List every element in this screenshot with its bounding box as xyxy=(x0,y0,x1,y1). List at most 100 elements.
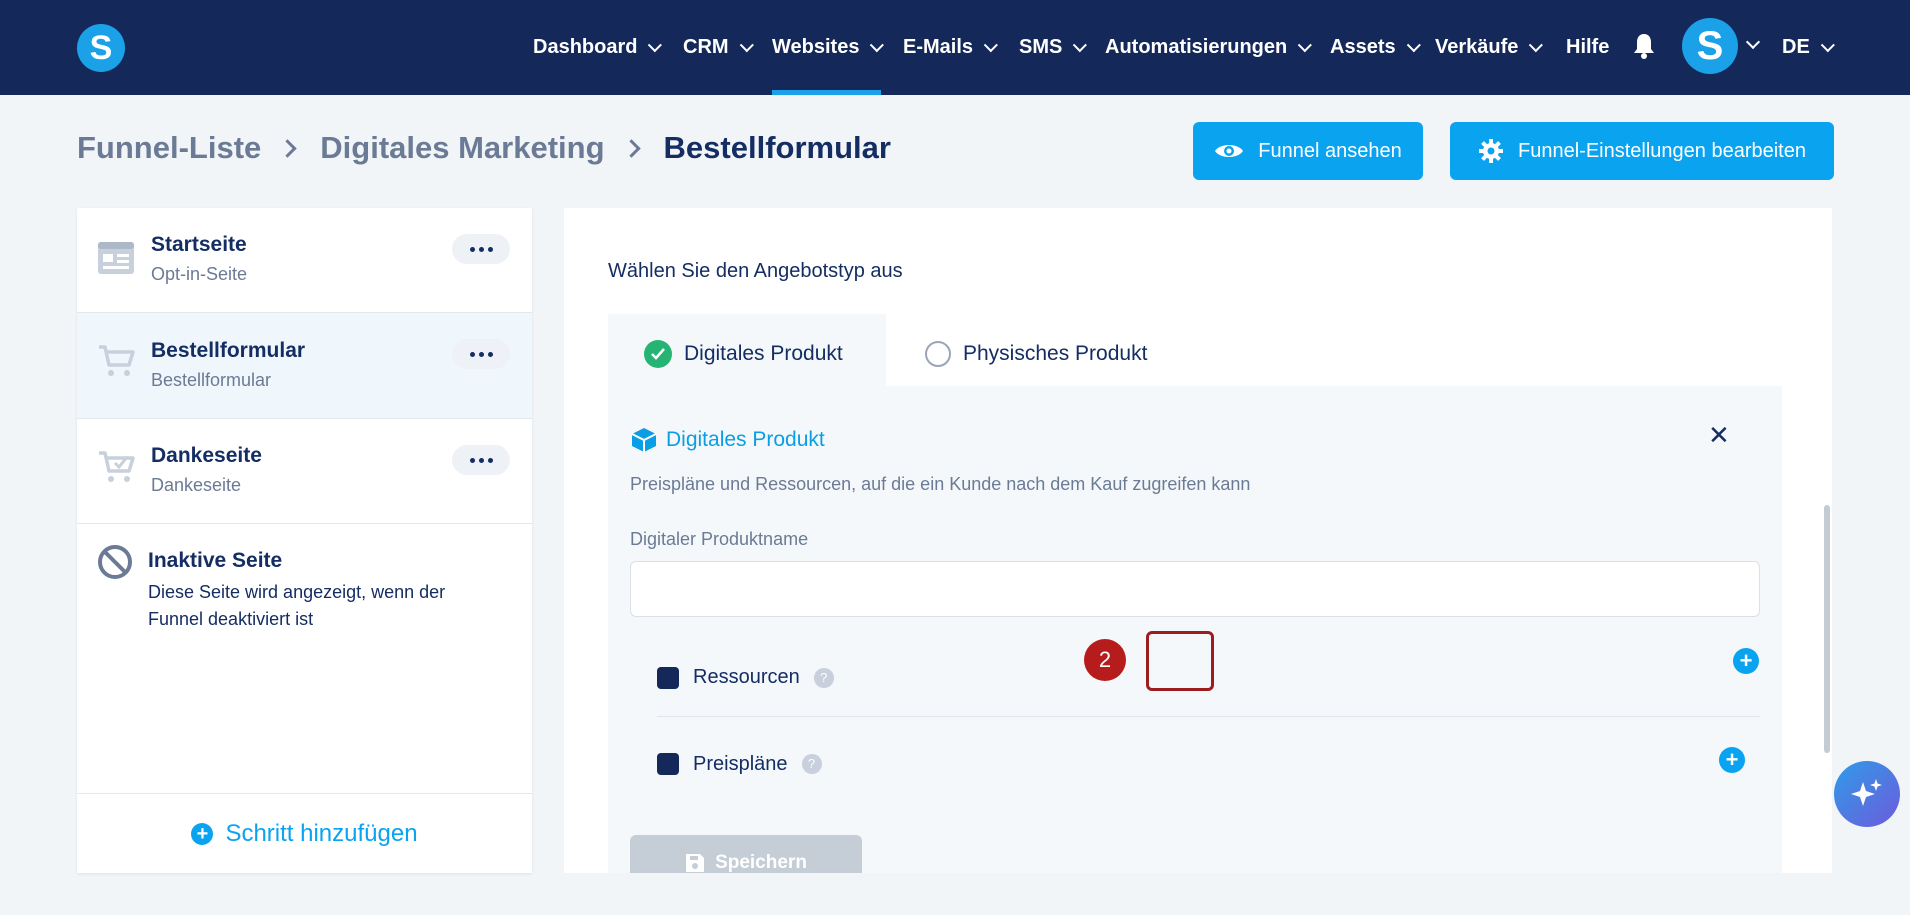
card-title-label: Digitales Produkt xyxy=(666,428,825,451)
step-title: Dankeseite xyxy=(151,444,262,467)
chevron-right-icon xyxy=(278,138,297,158)
nav-automatisierungen[interactable]: Automatisierungen xyxy=(1105,0,1313,95)
nav-hilfe-label: Hilfe xyxy=(1566,36,1610,58)
step-subtitle: Opt-in-Seite xyxy=(151,264,248,284)
pricing-plans-row: Preispläne ? xyxy=(657,739,1760,789)
nav-sms-label: SMS xyxy=(1019,36,1063,58)
tab-digital-product-label: Digitales Produkt xyxy=(684,342,843,365)
nav-dashboard-label: Dashboard xyxy=(533,36,638,58)
chevron-down-icon xyxy=(983,37,998,52)
edit-funnel-settings-button[interactable]: Funnel-Einstellungen bearbeiten xyxy=(1450,122,1834,180)
chevron-down-icon xyxy=(1529,37,1544,52)
nav-crm-label: CRM xyxy=(683,36,729,58)
tab-digital-product[interactable]: Digitales Produkt xyxy=(608,314,886,394)
chevron-down-icon xyxy=(1073,37,1088,52)
help-icon[interactable]: ? xyxy=(801,754,822,774)
radio-button[interactable] xyxy=(925,341,951,367)
nav-emails[interactable]: E-Mails xyxy=(903,0,998,95)
box-icon xyxy=(631,428,657,452)
funnel-steps-sidebar: Startseite Opt-in-Seite Bestellformular … xyxy=(77,208,532,873)
nav-hilfe[interactable]: Hilfe xyxy=(1566,0,1609,95)
highlight-box xyxy=(1146,631,1214,691)
chevron-down-icon xyxy=(1820,37,1835,52)
digital-product-card: Digitales Produkt ✕ Preispläne und Resso… xyxy=(608,386,1782,873)
breadcrumb: Funnel-Liste Digitales Marketing Bestell… xyxy=(77,130,891,166)
step-title: Bestellformular xyxy=(151,339,306,362)
step-options-button[interactable] xyxy=(452,445,510,475)
card-title: Digitales Produkt xyxy=(630,426,825,454)
cart-icon xyxy=(99,345,135,376)
view-funnel-button[interactable]: Funnel ansehen xyxy=(1193,122,1423,180)
product-name-input[interactable] xyxy=(630,561,1760,617)
bell-icon[interactable] xyxy=(1632,32,1656,60)
step-title: Startseite xyxy=(151,233,247,256)
step-subtitle: Bestellformular xyxy=(151,370,272,390)
top-navigation-bar: S Dashboard CRM Websites E-Mails SMS Aut… xyxy=(0,0,1910,95)
tab-physical-product[interactable]: Physisches Produkt xyxy=(925,314,1147,394)
step-options-button[interactable] xyxy=(452,339,510,369)
breadcrumb-funnel[interactable]: Digitales Marketing xyxy=(320,130,604,166)
tab-physical-product-label: Physisches Produkt xyxy=(963,342,1148,365)
gear-icon xyxy=(1479,139,1503,163)
nav-crm[interactable]: CRM xyxy=(683,0,754,95)
step-subtitle: Dankeseite xyxy=(151,475,242,495)
ai-assistant-button[interactable] xyxy=(1834,761,1900,827)
wallet-icon xyxy=(657,753,679,775)
add-step-label: Schritt hinzufügen xyxy=(225,819,418,847)
inactive-page-title[interactable]: Inaktive Seite xyxy=(148,549,282,573)
chevron-down-icon xyxy=(1298,37,1313,52)
step-options-button[interactable] xyxy=(452,234,510,264)
ban-icon xyxy=(98,545,132,579)
chevron-right-icon xyxy=(621,138,641,158)
breadcrumb-funnel-list[interactable]: Funnel-Liste xyxy=(77,130,261,166)
inactive-page-description: Diese Seite wird angezeigt, wenn der Fun… xyxy=(148,582,446,629)
app-logo[interactable]: S xyxy=(77,24,125,72)
add-resource-button[interactable]: + xyxy=(1733,648,1759,674)
step-startseite[interactable]: Startseite Opt-in-Seite xyxy=(77,208,532,313)
step-number-badge: 2 xyxy=(1084,639,1126,681)
card-description: Preispläne und Ressourcen, auf die ein K… xyxy=(630,474,1251,494)
view-funnel-label: Funnel ansehen xyxy=(1258,139,1402,162)
nav-websites-label: Websites xyxy=(772,36,860,58)
nav-verkaeufe-label: Verkäufe xyxy=(1435,36,1519,58)
product-name-label: Digitaler Produktname xyxy=(630,529,809,549)
add-pricing-plan-button[interactable]: + xyxy=(1719,747,1745,773)
breadcrumb-current-step: Bestellformular xyxy=(663,130,891,165)
language-label: DE xyxy=(1782,36,1810,58)
sparkles-icon xyxy=(1851,779,1882,806)
help-icon[interactable]: ? xyxy=(813,667,834,688)
scrollbar[interactable] xyxy=(1824,505,1830,753)
user-avatar[interactable]: S xyxy=(1682,18,1738,74)
save-label: Speichern xyxy=(715,852,807,873)
offer-type-label: Wählen Sie den Angebotstyp aus xyxy=(608,260,903,282)
step-editor-panel: Wählen Sie den Angebotstyp aus Digitales… xyxy=(564,208,1832,873)
chevron-down-icon xyxy=(870,37,885,52)
chevron-down-icon[interactable] xyxy=(1745,34,1761,50)
edit-funnel-settings-label: Funnel-Einstellungen bearbeiten xyxy=(1518,139,1806,162)
nav-dashboard[interactable]: Dashboard xyxy=(533,0,663,95)
save-button[interactable]: Speichern xyxy=(630,835,862,873)
nav-sms[interactable]: SMS xyxy=(1019,0,1088,95)
nav-emails-label: E-Mails xyxy=(903,36,974,58)
pricing-plans-label: Preispläne xyxy=(693,752,788,775)
nav-assets[interactable]: Assets xyxy=(1330,0,1421,95)
nav-assets-label: Assets xyxy=(1330,36,1396,58)
cart-check-icon xyxy=(99,451,135,482)
nav-verkaeufe[interactable]: Verkäufe xyxy=(1435,0,1544,95)
close-icon[interactable]: ✕ xyxy=(1708,420,1730,451)
chevron-down-icon xyxy=(1406,37,1421,52)
nav-automatisierungen-label: Automatisierungen xyxy=(1105,36,1288,58)
chevron-down-icon xyxy=(739,37,754,52)
nav-websites[interactable]: Websites xyxy=(772,0,885,95)
floppy-disk-icon xyxy=(686,854,705,872)
add-step-button[interactable]: + Schritt hinzufügen xyxy=(77,793,532,873)
language-selector[interactable]: DE xyxy=(1782,0,1835,95)
webpage-icon xyxy=(98,242,134,274)
resources-label: Ressourcen xyxy=(693,666,800,688)
step-dankeseite[interactable]: Dankeseite Dankeseite xyxy=(77,419,532,524)
plus-circle-icon: + xyxy=(191,822,214,845)
step-bestellformular[interactable]: Bestellformular Bestellformular xyxy=(77,313,532,419)
check-circle-icon xyxy=(644,340,672,368)
eye-icon xyxy=(1215,145,1244,157)
chevron-down-icon xyxy=(648,37,663,52)
